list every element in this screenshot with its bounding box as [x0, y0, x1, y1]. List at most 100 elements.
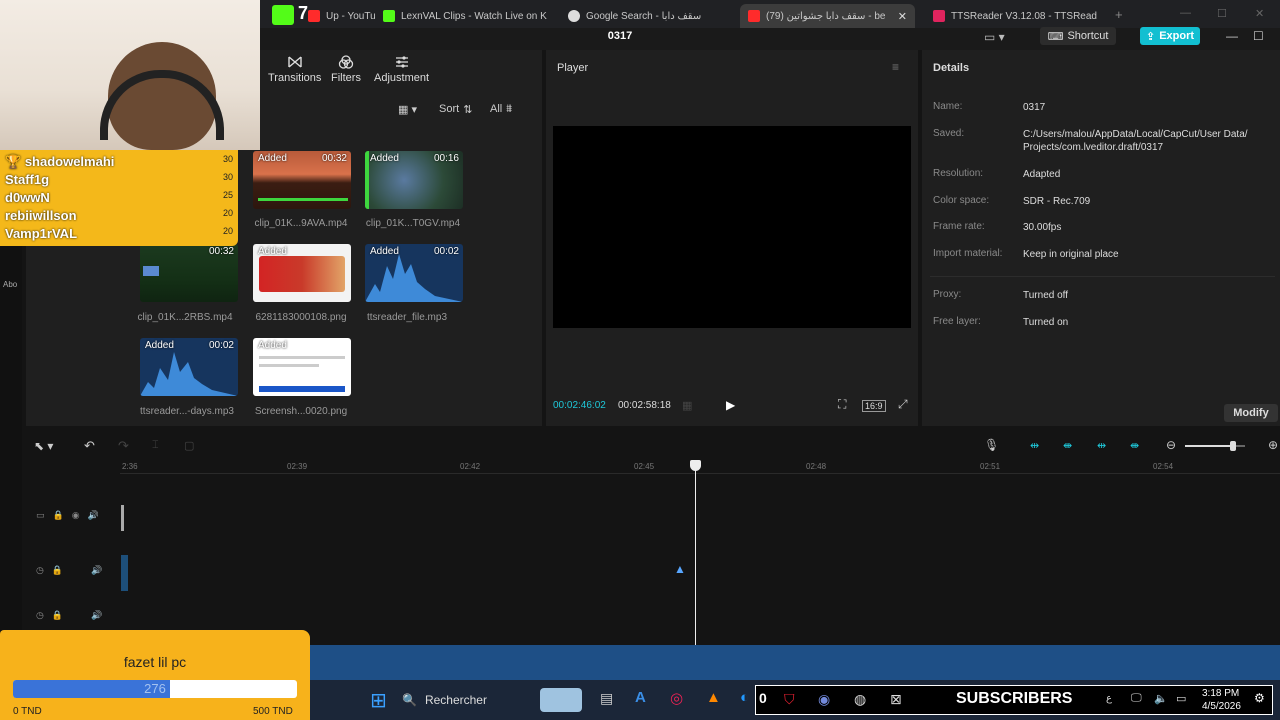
preview-axis-icon[interactable]: ⇹	[1097, 439, 1106, 452]
windows-start-icon[interactable]: ⊞	[370, 688, 387, 713]
speaker-icon[interactable]: 🔊	[91, 565, 102, 576]
view-toggle[interactable]: ▦ ▾	[394, 100, 421, 118]
redo-icon[interactable]: ↷	[118, 438, 129, 454]
edge-icon[interactable]: ◐	[740, 689, 749, 706]
tool-filters[interactable]: Filters	[331, 54, 361, 84]
maximize-icon[interactable]: ☐	[1217, 7, 1227, 20]
export-button[interactable]: ⇪ Export	[1140, 27, 1200, 45]
zoom-slider[interactable]	[1185, 445, 1245, 447]
detail-label: Proxy:	[933, 289, 962, 300]
undo-icon[interactable]: ↶	[84, 438, 95, 454]
notification-icon[interactable]: ⚙	[1254, 691, 1265, 705]
filters-icon	[338, 55, 354, 69]
timeline-clip-video[interactable]	[121, 505, 124, 531]
obs-icon[interactable]: ◍	[854, 691, 866, 708]
sort-button[interactable]: Sort ⇅	[435, 100, 477, 118]
leaderboard-name: shadowelmahi	[24, 154, 115, 169]
minimize-icon[interactable]: —	[1226, 29, 1238, 43]
app-icon[interactable]: ▲	[706, 689, 721, 706]
language-indicator[interactable]: ع	[1106, 693, 1112, 704]
fullscreen-icon[interactable]: ⤢	[898, 397, 908, 412]
lock-icon[interactable]: 🔒	[53, 510, 64, 521]
media-item[interactable]: Added 00:02	[140, 338, 238, 396]
shortcut-label: Shortcut	[1067, 30, 1109, 42]
select-tool-icon[interactable]: ⬉ ▾	[34, 439, 53, 453]
media-item[interactable]: Added 00:02	[365, 244, 463, 302]
split-icon[interactable]: ⌶	[152, 439, 159, 452]
playhead-handle[interactable]	[690, 460, 701, 471]
maximize-icon[interactable]: ☐	[1253, 29, 1264, 43]
discord-icon[interactable]: ◉	[818, 691, 830, 708]
brave-icon[interactable]: ⛉	[784, 691, 795, 708]
copilot-icon[interactable]: ◎	[670, 689, 683, 707]
details-title: Details	[933, 62, 970, 74]
youtube-icon	[308, 10, 320, 22]
widget-icon[interactable]	[540, 688, 582, 712]
lock-icon[interactable]: 🔒	[52, 610, 63, 621]
detail-value: Adapted	[1023, 169, 1061, 180]
ttsreader-icon	[933, 10, 945, 22]
thumb-detail	[259, 386, 345, 392]
modify-button[interactable]: Modify	[1224, 404, 1278, 422]
minimize-icon[interactable]: —	[1180, 7, 1191, 19]
browser-tab[interactable]: TTSReader V3.12.08 - TTSRead	[925, 4, 1100, 28]
filter-button[interactable]: All ⩩	[486, 100, 517, 118]
volume-icon[interactable]: 🔈	[1154, 692, 1168, 705]
export-label: Export	[1159, 30, 1195, 42]
media-item[interactable]: Added	[253, 338, 351, 396]
browser-tab-active[interactable]: (79) سقف دابا جشواتين - be ✕	[740, 4, 915, 28]
browser-tab[interactable]: Google Search - سقف دابا	[560, 4, 740, 28]
file-explorer-icon[interactable]: ▤	[600, 690, 613, 707]
timeline-clip-text[interactable]	[121, 555, 128, 591]
fit-icon[interactable]: ⛶	[838, 397, 846, 412]
magnet-icon[interactable]: ⇹	[1030, 439, 1039, 452]
delete-icon[interactable]: ▢	[184, 439, 194, 452]
speaker-icon[interactable]: 🔊	[91, 610, 102, 621]
clock-icon[interactable]: ◷	[36, 565, 44, 576]
tool-label: Filters	[331, 72, 361, 84]
zoom-slider-knob[interactable]	[1230, 441, 1236, 451]
lock-icon[interactable]: 🔒	[52, 565, 63, 576]
added-badge: Added	[258, 340, 287, 351]
capcut-icon[interactable]: ⊠	[890, 691, 902, 708]
media-item[interactable]: Added	[253, 244, 351, 302]
zoom-out-icon[interactable]: ⊖	[1166, 438, 1176, 452]
clock-date: 4/5/2026	[1202, 701, 1241, 712]
leaderboard-name: d0wwN	[5, 190, 50, 205]
eye-icon[interactable]: ◉	[72, 510, 80, 521]
media-filename: clip_01K...9AVA.mp4	[254, 218, 348, 229]
media-item[interactable]: Added 00:16	[365, 151, 463, 209]
media-item[interactable]: Added 00:32	[253, 151, 351, 209]
media-item[interactable]: 00:32	[140, 244, 238, 302]
close-icon[interactable]: ✕	[898, 10, 907, 23]
link-icon[interactable]: ⇼	[1063, 439, 1072, 452]
new-tab-icon[interactable]: +	[1115, 7, 1123, 22]
network-icon[interactable]: 🖵	[1131, 692, 1142, 705]
detail-value: Turned on	[1023, 317, 1069, 328]
shortcut-button[interactable]: ⌨ Shortcut	[1040, 27, 1116, 45]
detail-value: Keep in original place	[1023, 249, 1119, 260]
app-icon[interactable]: A	[635, 689, 646, 706]
tool-adjustment[interactable]: Adjustment	[374, 54, 429, 84]
play-icon[interactable]: ▶	[726, 398, 735, 412]
current-time: 00:02:46:02	[553, 400, 606, 411]
snap-icon[interactable]: ⇼	[1130, 439, 1139, 452]
tool-transitions[interactable]: Transitions	[268, 54, 321, 84]
speaker-icon[interactable]: 🔊	[88, 510, 99, 521]
thumb-detail	[259, 356, 345, 359]
cover-icon[interactable]: ▭	[36, 510, 45, 521]
kick-badge: 7	[298, 3, 309, 23]
media-filename: 6281183000108.png	[255, 312, 347, 323]
ratio-button[interactable]: 16:9	[862, 400, 886, 412]
battery-icon[interactable]: ▭	[1176, 692, 1186, 705]
menu-icon[interactable]: ≡	[892, 60, 899, 74]
close-window-icon[interactable]: ✕	[1255, 7, 1264, 20]
clock-icon[interactable]: ◷	[36, 610, 44, 621]
tab-label: LexnVAL Clips - Watch Live on K	[401, 10, 547, 22]
taskbar-search[interactable]: 🔍 Rechercher	[402, 686, 542, 714]
zoom-in-icon[interactable]: ⊕	[1268, 438, 1278, 452]
browser-tab[interactable]: LexnVAL Clips - Watch Live on K	[375, 4, 550, 28]
video-preview[interactable]	[553, 126, 911, 328]
microphone-icon[interactable]: 🎙	[984, 438, 999, 452]
layout-icon[interactable]: ▭ ▾	[984, 30, 1005, 44]
